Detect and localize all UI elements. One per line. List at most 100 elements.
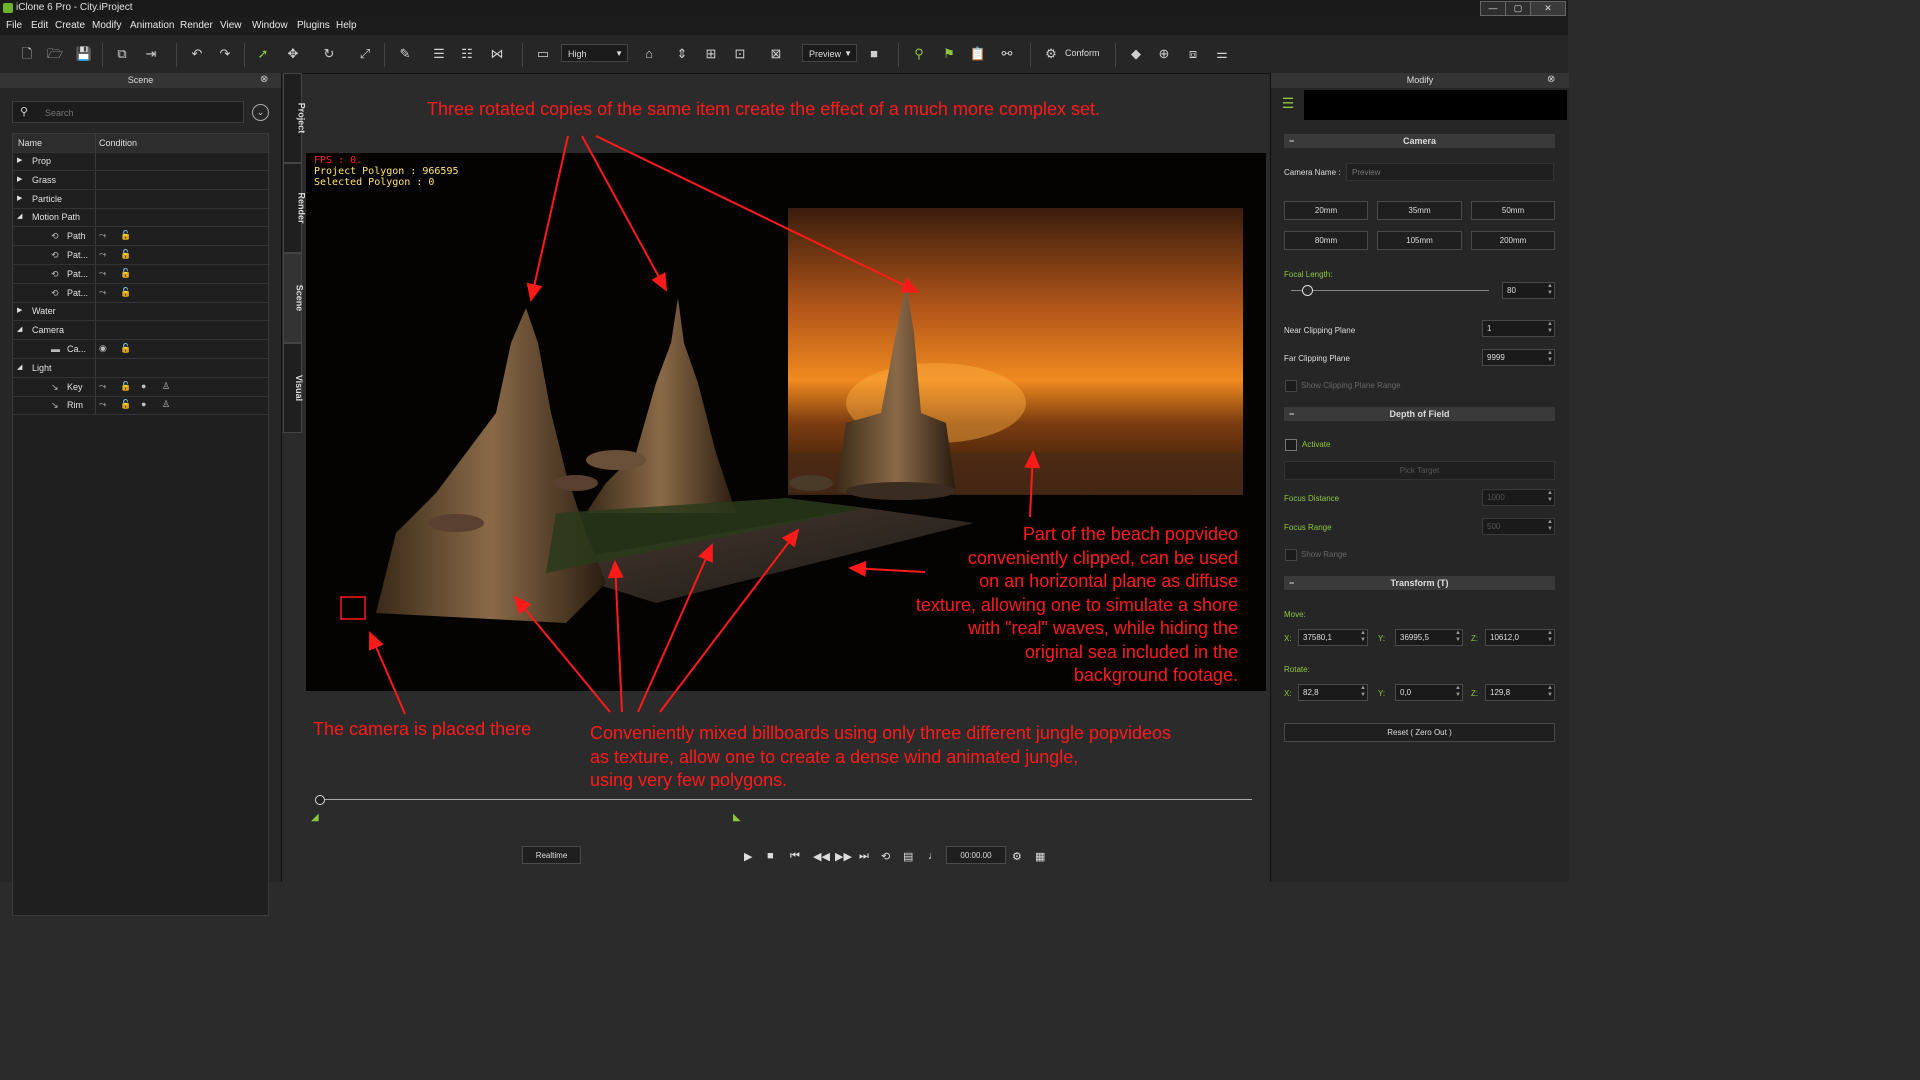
visibility-icon[interactable]: ⤳: [99, 249, 106, 260]
close-button[interactable]: ✕: [1530, 1, 1566, 16]
flag-icon[interactable]: ⚑: [940, 45, 958, 63]
subtitle-icon[interactable]: ▤: [903, 850, 913, 863]
move-x-field[interactable]: 37580,1 ▲ ▼: [1298, 629, 1368, 646]
last-frame-icon[interactable]: ⏭: [859, 850, 869, 863]
modify-settings-sliders-icon[interactable]: ☰: [1277, 95, 1299, 115]
frame-icon[interactable]: ⊠: [767, 45, 785, 63]
rotate-z-field[interactable]: 129,8 ▲ ▼: [1485, 684, 1555, 701]
minimize-button[interactable]: —: [1480, 1, 1506, 16]
tab-render[interactable]: Render: [283, 163, 307, 253]
expand-arrow-icon[interactable]: ◢: [17, 212, 22, 220]
lock-icon[interactable]: 🔓: [120, 381, 131, 392]
timeline-track[interactable]: [322, 799, 1252, 800]
activate-checkbox[interactable]: [1285, 439, 1297, 451]
tree-row[interactable]: ▶ Prop: [13, 152, 268, 171]
menu-animation[interactable]: Animation: [130, 20, 174, 31]
lock-icon[interactable]: 🔓: [120, 230, 131, 241]
realtime-button[interactable]: Realtime: [522, 846, 581, 864]
show-range-checkbox[interactable]: [1285, 549, 1297, 561]
maximize-button[interactable]: ▢: [1505, 1, 1531, 16]
next-frame-icon[interactable]: ▶▶: [835, 850, 852, 863]
focal-length-slider[interactable]: [1291, 290, 1489, 291]
expand-arrow-icon[interactable]: ▶: [17, 194, 22, 202]
paint-icon[interactable]: ✎: [396, 45, 414, 63]
tree-row[interactable]: ⟲ Pat... ⤳ 🔓: [13, 283, 268, 303]
shadow-icon[interactable]: ♙: [162, 381, 170, 392]
tree-row[interactable]: ▶ Particle: [13, 189, 268, 209]
expand-arrow-icon[interactable]: ▶: [17, 156, 22, 164]
save-icon[interactable]: 💾: [75, 45, 93, 63]
open-folder-icon[interactable]: 🗁: [46, 45, 64, 63]
lens-20mm-button[interactable]: 20mm: [1284, 201, 1368, 220]
focus-range-field[interactable]: 500 ▲ ▼: [1482, 518, 1555, 535]
character-icon[interactable]: ⚲: [910, 45, 928, 63]
timeline-scrubber[interactable]: [315, 795, 325, 805]
tree-row[interactable]: ◢ Motion Path: [13, 208, 268, 228]
menu-file[interactable]: File: [6, 20, 22, 31]
focal-length-slider-thumb[interactable]: [1301, 285, 1313, 296]
new-file-icon[interactable]: 🗋: [18, 45, 36, 63]
expand-arrow-icon[interactable]: ◢: [17, 325, 22, 333]
menu-edit[interactable]: Edit: [31, 20, 48, 31]
tree-row[interactable]: ↘ Rim ⤳ 🔓 ● ♙: [13, 396, 268, 416]
viewport-icon[interactable]: ▭: [534, 45, 552, 63]
show-clip-range-checkbox[interactable]: [1285, 380, 1297, 392]
menu-help[interactable]: Help: [336, 20, 357, 31]
settings-sliders-icon[interactable]: ⚌: [1213, 45, 1231, 63]
select-arrow-icon[interactable]: ➚: [254, 45, 272, 63]
zoom-extent-icon[interactable]: ⊞: [702, 45, 720, 63]
near-clip-field[interactable]: 1 ▲ ▼: [1482, 320, 1555, 337]
timeline-toggle-icon[interactable]: ▦: [1035, 850, 1045, 863]
undo-icon[interactable]: ↶: [188, 45, 206, 63]
range-start-marker-icon[interactable]: ◢: [311, 812, 319, 823]
link-icon[interactable]: ⚯: [998, 45, 1016, 63]
menu-modify[interactable]: Modify: [92, 20, 121, 31]
visibility-icon[interactable]: ⤳: [99, 287, 106, 298]
rotate-icon[interactable]: ↻: [320, 45, 338, 63]
conform-button[interactable]: Conform: [1065, 48, 1100, 58]
play-icon[interactable]: ▶: [744, 850, 752, 863]
lens-200mm-button[interactable]: 200mm: [1471, 231, 1555, 250]
light-on-icon[interactable]: ●: [141, 399, 146, 409]
visibility-icon[interactable]: ⤳: [99, 399, 106, 410]
expand-arrow-icon[interactable]: ◢: [17, 363, 22, 371]
transform-section-header[interactable]: − Transform (T): [1284, 576, 1555, 590]
first-frame-icon[interactable]: ⏮: [790, 850, 800, 863]
menu-window[interactable]: Window: [252, 20, 288, 31]
view-cube-icon[interactable]: ⊡: [731, 45, 749, 63]
light-on-icon[interactable]: ●: [141, 381, 146, 391]
rotate-x-field[interactable]: 82,8 ▲ ▼: [1298, 684, 1368, 701]
dof-section-header[interactable]: − Depth of Field: [1284, 407, 1555, 421]
fit-icon[interactable]: ⇕: [673, 45, 691, 63]
tree-row[interactable]: ◢ Camera: [13, 321, 268, 341]
filter-dropdown-icon[interactable]: ⌄: [252, 104, 269, 121]
export-icon[interactable]: ⇥: [142, 45, 160, 63]
lock-icon[interactable]: 🔓: [120, 343, 131, 354]
tree-row[interactable]: ⟲ Path ⤳ 🔓: [13, 227, 268, 247]
shadow-icon[interactable]: ♙: [162, 399, 170, 410]
lens-35mm-button[interactable]: 35mm: [1377, 201, 1462, 220]
move-y-field[interactable]: 36995,5 ▲ ▼: [1395, 629, 1463, 646]
visibility-icon[interactable]: ⤳: [99, 268, 106, 279]
tree-row[interactable]: ↘ Key ⤳ 🔓 ● ♙: [13, 377, 268, 397]
tree-row[interactable]: ⟲ Pat... ⤳ 🔓: [13, 264, 268, 284]
eye-icon[interactable]: ◉: [99, 343, 107, 354]
lens-80mm-button[interactable]: 80mm: [1284, 231, 1368, 250]
modify-panel-close-icon[interactable]: ⊗: [1547, 74, 1555, 85]
tab-scene[interactable]: Scene: [283, 253, 304, 343]
tree-row[interactable]: ▬ Ca... ◉ 🔓: [13, 340, 268, 359]
open-project-icon[interactable]: ⧈: [1184, 45, 1202, 63]
pick-target-button[interactable]: Pick Target: [1284, 461, 1555, 480]
tab-project[interactable]: Project: [283, 73, 306, 163]
scale-icon[interactable]: ⤢: [356, 45, 374, 63]
focal-length-field[interactable]: 80 ▲ ▼: [1502, 282, 1555, 299]
quality-select[interactable]: High ▼: [561, 44, 628, 62]
align-icon[interactable]: ☰: [430, 45, 448, 63]
redo-icon[interactable]: ↷: [216, 45, 234, 63]
grass-icon[interactable]: ⋈: [488, 45, 506, 63]
menu-plugins[interactable]: Plugins: [297, 20, 330, 31]
diamond-icon[interactable]: ◆: [1127, 45, 1145, 63]
zoom-icon[interactable]: ⊕: [1155, 45, 1173, 63]
stop-icon[interactable]: ■: [767, 850, 774, 862]
tree-row[interactable]: ◢ Light: [13, 358, 268, 378]
